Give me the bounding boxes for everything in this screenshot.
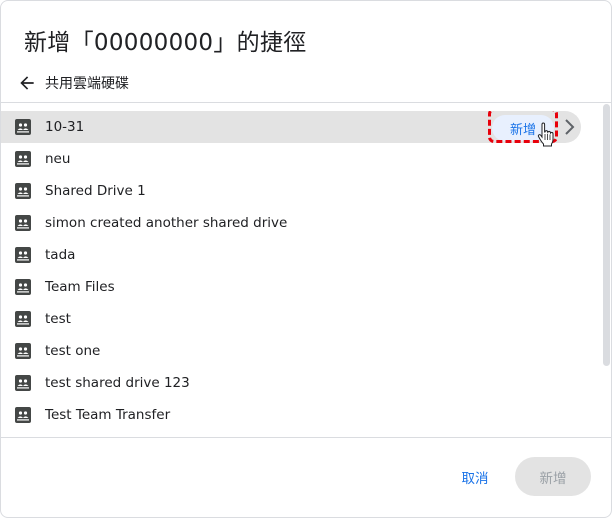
shared-drive-icon	[15, 151, 31, 167]
row-add-button[interactable]: 新增	[492, 115, 554, 141]
drive-row[interactable]: simon created another shared drive	[1, 207, 601, 239]
drive-label: tada	[45, 247, 76, 263]
shared-drive-icon	[15, 215, 31, 231]
drive-label: Test Team Transfer	[45, 407, 171, 423]
breadcrumb-label: 共用雲端硬碟	[45, 76, 129, 92]
add-shortcut-dialog: 新增「00000000」的捷徑 共用雲端硬碟 10-31 新增 neu Shar…	[0, 0, 612, 518]
shared-drive-icon	[15, 343, 31, 359]
drive-row[interactable]: test shared drive 123	[1, 367, 601, 399]
drive-row[interactable]: Shared Drive 1	[1, 175, 601, 207]
drive-row-10-31[interactable]: 10-31 新增	[1, 111, 581, 147]
dialog-title: 新增「00000000」的捷徑	[24, 30, 307, 56]
drive-row[interactable]: neu	[1, 143, 601, 175]
drive-label: test shared drive 123	[45, 375, 190, 391]
breadcrumb: 共用雲端硬碟	[15, 69, 129, 97]
shared-drive-icon	[15, 247, 31, 263]
shared-drive-icon	[15, 311, 31, 327]
drive-label: Team Files	[45, 279, 115, 295]
cancel-button[interactable]: 取消	[450, 460, 500, 494]
drive-label: test	[45, 311, 71, 327]
drive-row[interactable]: test	[1, 303, 601, 335]
shared-drive-icon	[15, 183, 31, 199]
scrollbar-thumb[interactable]	[603, 104, 610, 366]
drive-label: 10-31	[45, 119, 85, 135]
drive-row[interactable]: Team Files	[1, 271, 601, 303]
divider	[1, 102, 611, 103]
shared-drive-icon	[15, 375, 31, 391]
drive-label: neu	[45, 151, 71, 167]
drive-label: Shared Drive 1	[45, 183, 146, 199]
divider	[1, 437, 611, 438]
shared-drive-icon	[15, 119, 31, 135]
back-button[interactable]	[15, 71, 39, 95]
drive-row[interactable]: test one	[1, 335, 601, 367]
chevron-right-icon	[565, 119, 575, 135]
shared-drive-list: 10-31 新增 neu Shared Drive 1 simon create…	[1, 111, 601, 437]
arrow-left-icon	[20, 76, 34, 90]
drive-row[interactable]: tada	[1, 239, 601, 271]
shared-drive-icon	[15, 279, 31, 295]
add-shortcut-button[interactable]: 新增	[515, 457, 591, 496]
open-drive-button[interactable]	[559, 116, 579, 138]
shared-drive-icon	[15, 407, 31, 423]
drive-row[interactable]: Test Team Transfer	[1, 399, 601, 431]
drive-label: simon created another shared drive	[45, 215, 288, 231]
drive-label: test one	[45, 343, 101, 359]
